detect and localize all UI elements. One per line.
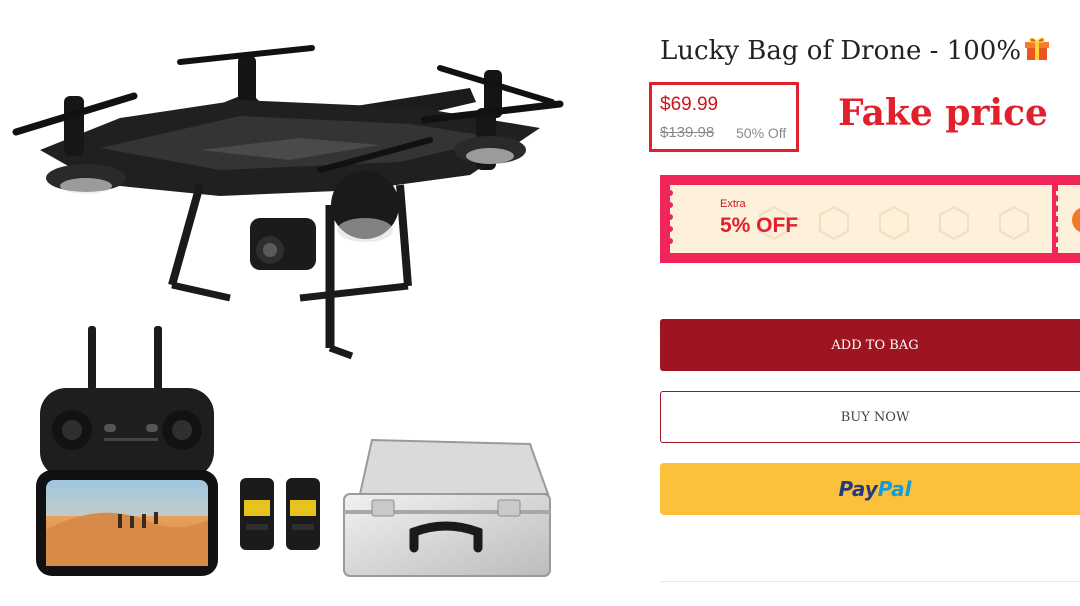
coupon-claim-stub[interactable] [1056,185,1080,253]
add-to-bag-label: ADD TO BAG [831,337,919,353]
product-image-gallery[interactable] [0,0,600,601]
product-photo [12,45,564,577]
drone-image [12,45,564,360]
buy-now-label: BUY NOW [840,409,910,425]
batteries-image [240,478,320,550]
add-to-bag-button[interactable]: ADD TO BAG [660,319,1080,371]
discount-label: 50% Off [736,125,787,141]
coupon-label: Extra [720,198,746,210]
section-divider [660,581,1080,582]
coupon-value: 5% OFF [720,214,799,237]
product-info-panel: Lucky Bag of Drone - 100% $69.99 $139.98… [649,0,1080,601]
product-title-text: Lucky Bag of Drone - 100% [660,36,1022,66]
product-title: Lucky Bag of Drone - 100% [660,36,1050,69]
current-price: $69.99 [660,94,719,115]
remote-controller-image [36,326,218,576]
original-price: $139.98 [660,124,715,141]
carrying-case-image [343,438,551,577]
fake-price-annotation: Fake price [838,92,1048,134]
gift-icon [1024,36,1050,69]
buy-now-button[interactable]: BUY NOW [660,391,1080,443]
claim-dot-icon [1072,207,1080,233]
paypal-logo-pal: Pal [877,477,912,501]
price-highlight-box [649,82,799,152]
paypal-logo-pay: Pay [838,477,878,501]
paypal-button[interactable]: Pay Pal [660,463,1080,515]
